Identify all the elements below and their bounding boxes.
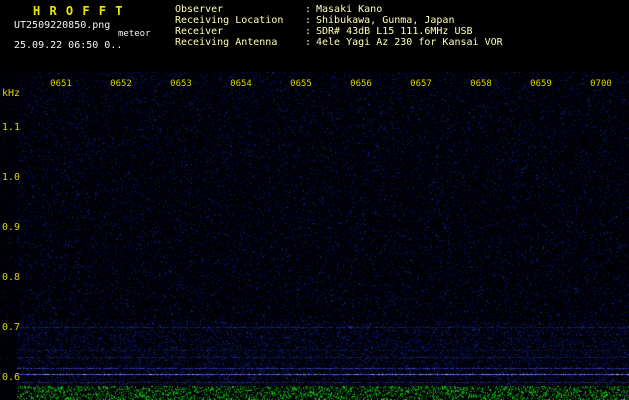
x-tick-label: 0659 [530, 79, 552, 89]
info-value: Shibukawa, Gunma, Japan [316, 15, 455, 26]
info-separator: : [305, 37, 312, 48]
info-value: SDR# 43dB L15 111.6MHz USB [316, 26, 473, 37]
x-tick-label: 0657 [410, 79, 432, 89]
spectrogram-canvas [0, 72, 629, 400]
observation-info: Observer: Masaki Kano Receiving Location:… [175, 4, 503, 48]
capture-timestamp: 25.09.22 06:50 0.. [14, 40, 123, 51]
x-tick-label: 0655 [290, 79, 312, 89]
hrofft-screen: H R O F F T UT2509220850.png meteor 25.0… [0, 0, 629, 400]
x-tick-label: 0658 [470, 79, 492, 89]
x-tick-label: 0651 [50, 79, 72, 89]
x-tick-label: 0654 [230, 79, 252, 89]
y-tick-label: 1.0 [2, 172, 21, 183]
app-title: H R O F F T [33, 4, 124, 18]
y-axis-unit-label: kHz [2, 88, 21, 99]
y-tick-label: 0.7 [2, 322, 21, 333]
info-label: Observer [175, 4, 224, 15]
info-label: Receiver [175, 26, 224, 37]
info-separator: : [305, 26, 312, 37]
info-separator: : [305, 4, 312, 15]
x-tick-label: 0652 [110, 79, 132, 89]
y-tick-label: 0.9 [2, 222, 21, 233]
capture-filename: UT2509220850.png [14, 20, 111, 31]
info-label: Receiving Location [175, 15, 284, 26]
y-tick-label: 0.8 [2, 272, 21, 283]
info-row-observer: Observer: Masaki Kano [175, 4, 503, 15]
y-tick-label: 0.6 [2, 372, 21, 383]
info-row-location: Receiving Location: Shibukawa, Gunma, Jap… [175, 15, 503, 26]
info-value: Masaki Kano [316, 4, 383, 15]
info-row-antenna: Receiving Antenna:4ele Yagi Az 230 for K… [175, 37, 503, 48]
info-value: 4ele Yagi Az 230 for Kansai VOR [316, 37, 503, 48]
x-tick-label: 0656 [350, 79, 372, 89]
capture-tag: meteor [118, 29, 151, 39]
info-label: Receiving Antenna [175, 37, 278, 48]
x-tick-label: 0653 [170, 79, 192, 89]
info-separator: : [305, 15, 312, 26]
info-row-receiver: Receiver: SDR# 43dB L15 111.6MHz USB [175, 26, 503, 37]
y-tick-label: 1.1 [2, 122, 21, 133]
x-tick-label: 0700 [590, 79, 612, 89]
